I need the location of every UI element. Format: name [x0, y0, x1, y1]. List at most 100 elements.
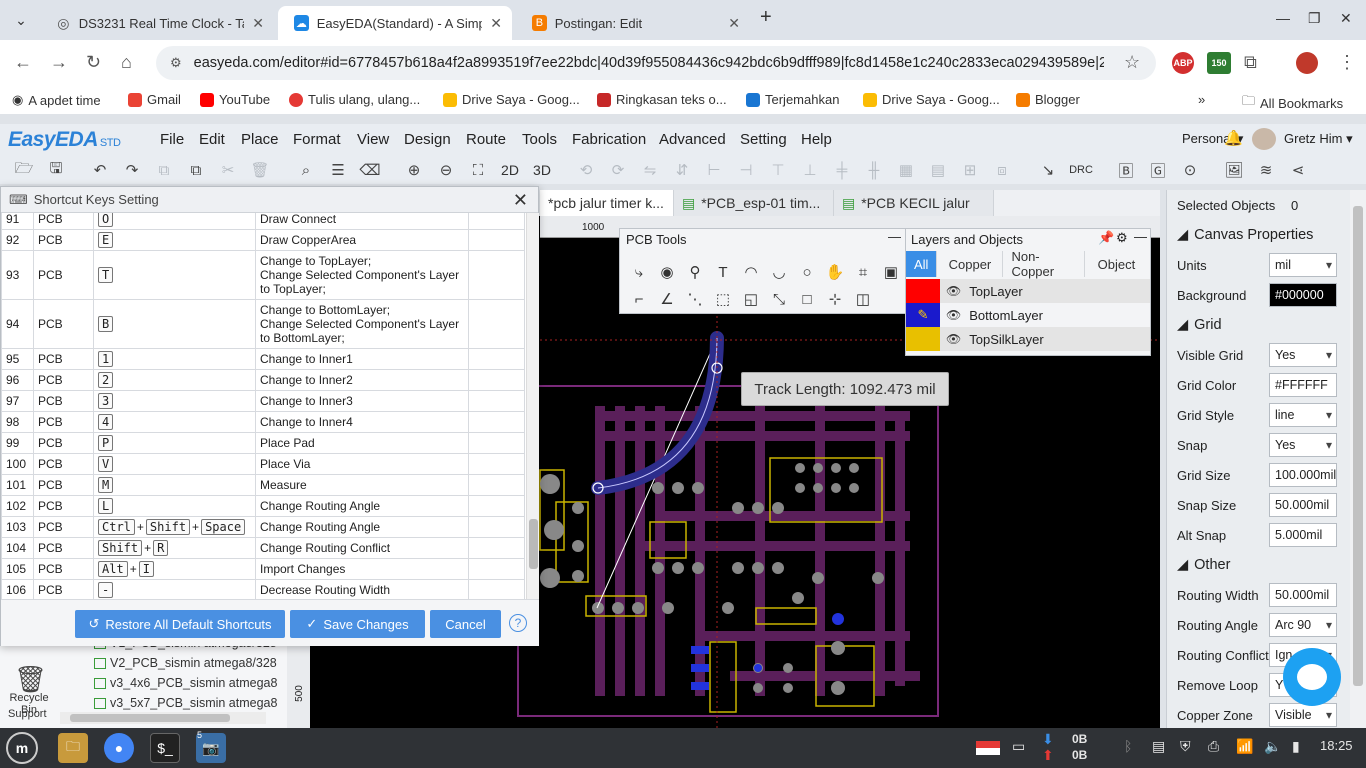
layer-color-swatch[interactable] — [906, 327, 940, 351]
shortcut-row[interactable]: 103 PCB Ctrl + Shift + Space Change Routing Ang… — [1, 516, 525, 538]
back-icon[interactable]: ← — [14, 52, 32, 73]
align-bottom-icon[interactable]: ⊥ — [800, 160, 820, 180]
menu-file[interactable]: File — [160, 131, 184, 148]
display-icon[interactable]: ▭ — [1012, 738, 1025, 755]
duplicate-icon[interactable]: ⧉ — [186, 160, 206, 180]
menu-format[interactable]: Format — [293, 131, 341, 148]
notification-bell-icon[interactable]: 🔔 — [1224, 129, 1243, 147]
site-info-icon[interactable]: ⚙ — [170, 55, 182, 71]
shortcut-key-cell[interactable]: Alt + I — [93, 558, 256, 580]
scrollbar-thumb[interactable] — [1353, 206, 1363, 686]
copper-area-tool-icon[interactable]: ⌗ — [852, 261, 874, 283]
maximize-icon[interactable]: ❐ — [1308, 10, 1321, 27]
bookmark-item[interactable]: YouTube — [200, 92, 270, 107]
files-icon[interactable]: 🗀 — [58, 733, 88, 763]
connect-tool-icon[interactable]: ⋱ — [684, 288, 706, 310]
restore-defaults-button[interactable]: ↺ Restore All Default Shortcuts — [75, 610, 285, 638]
group-icon[interactable]: ⧈ — [992, 160, 1012, 180]
shortcut-key-cell[interactable]: M — [93, 474, 256, 496]
shortcut-row[interactable]: 93 PCB T Change to TopLayer; Change Selected… — [1, 250, 525, 300]
shortcut-row[interactable]: 104 PCB Shift + R Change Routing Conflict — [1, 537, 525, 559]
url-omnibox[interactable]: ⚙ easyeda.com/editor#id=6778457b618a4f2a… — [156, 46, 1156, 80]
distribute-vertical-icon[interactable]: ▤ — [928, 160, 948, 180]
tab-search-icon[interactable]: ⌄ — [6, 5, 36, 35]
horizontal-scrollbar[interactable] — [60, 712, 266, 724]
close-tab-icon[interactable]: ✕ — [252, 15, 264, 32]
dimension-tool-icon[interactable]: ⌐ — [628, 288, 650, 310]
shortcut-row[interactable]: 91 PCB O Draw Connect — [1, 213, 525, 230]
alt-snap-input[interactable]: 5.000mil — [1269, 523, 1337, 547]
rectangle-tool-icon[interactable]: □ — [796, 288, 818, 310]
adblock-icon[interactable]: ABP — [1172, 52, 1194, 74]
forward-icon[interactable]: → — [50, 52, 68, 73]
doc-tab[interactable]: ▤ *PCB_esp-01 tim... — [674, 190, 834, 216]
shortcut-key-cell[interactable]: V — [93, 453, 256, 475]
arc-tool-icon[interactable]: ◠ — [740, 261, 762, 283]
layer-row-top[interactable]: 👁 TopLayer — [906, 279, 1150, 303]
shortcut-key-cell[interactable]: E — [93, 229, 256, 251]
gear-icon[interactable]: ⚙ — [1116, 230, 1128, 246]
circle-tool-icon[interactable]: ○ — [796, 261, 818, 283]
view-3d-button[interactable]: 3D — [532, 160, 552, 180]
file-item[interactable]: V2_PCB_sismin atmega8/328 — [94, 656, 277, 670]
shortcut-key-cell[interactable]: Shift + R — [93, 537, 256, 559]
flip-horizontal-icon[interactable]: ⇋ — [640, 160, 660, 180]
open-folder-icon[interactable]: 🗁 — [14, 160, 34, 180]
clipboard-icon[interactable]: ▤ — [1152, 738, 1165, 755]
menu-design[interactable]: Design — [404, 131, 451, 148]
tab-all[interactable]: All — [906, 251, 938, 277]
bookmark-item[interactable]: ◉ A apdet time — [12, 92, 101, 108]
user-menu[interactable]: Gretz Him ▾ — [1284, 131, 1353, 147]
search-icon[interactable]: ⌕ — [296, 160, 316, 180]
tab-non-copper[interactable]: Non-Copper — [1003, 249, 1086, 279]
shortcut-key-cell[interactable]: P — [93, 432, 256, 454]
canvas-origin-tool-icon[interactable]: ⊹ — [824, 288, 846, 310]
pin-icon[interactable]: 📌 — [1098, 230, 1114, 246]
eye-icon[interactable]: 👁 — [946, 284, 961, 298]
menu-fabrication[interactable]: Fabrication — [572, 131, 646, 148]
image-export-icon[interactable]: 🖼 — [1224, 160, 1244, 180]
browser-tab-blogger[interactable]: B Postingan: Edit ✕ — [516, 6, 750, 40]
shortcut-key-cell[interactable]: Ctrl + Shift + Space — [93, 516, 256, 538]
layer-row-bottom[interactable]: ✎ 👁 BottomLayer — [906, 303, 1150, 327]
track-tool-icon[interactable]: ⤷ — [628, 261, 650, 283]
visible-grid-select[interactable]: Yes — [1269, 343, 1337, 367]
browser-tab-easyeda[interactable]: ☁ EasyEDA(Standard) - A Simpl ✕ — [278, 6, 512, 40]
file-item[interactable]: v3_4x6_PCB_sismin atmega8 — [94, 676, 277, 690]
arc-center-tool-icon[interactable]: ◡ — [768, 261, 790, 283]
routing-angle-select[interactable]: Arc 90 — [1269, 613, 1337, 637]
shortcut-key-cell[interactable]: T — [93, 250, 256, 300]
shortcut-row[interactable]: 99 PCB P Place Pad — [1, 432, 525, 454]
shortcut-row[interactable]: 95 PCB 1 Change to Inner1 — [1, 348, 525, 370]
close-window-icon[interactable]: ✕ — [1340, 10, 1352, 27]
find-list-icon[interactable]: ☰ — [328, 160, 348, 180]
doc-tab-active[interactable]: *pcb jalur timer k... — [540, 190, 674, 216]
close-tab-icon[interactable]: ✕ — [490, 15, 502, 32]
shortcut-row[interactable]: 100 PCB V Place Via — [1, 453, 525, 475]
menu-view[interactable]: View — [357, 131, 389, 148]
shortcut-key-cell[interactable]: L — [93, 495, 256, 517]
cut-icon[interactable]: ✂ — [218, 160, 238, 180]
gerber-icon[interactable]: 🄶 — [1148, 160, 1168, 180]
fabrication-icon[interactable]: ⊙ — [1180, 160, 1200, 180]
reload-icon[interactable]: ↻ — [86, 52, 101, 73]
chat-support-button[interactable] — [1283, 648, 1341, 706]
photo-view-tool-icon[interactable]: ◫ — [852, 288, 874, 310]
background-color-input[interactable]: #000000 — [1269, 283, 1337, 307]
bookmark-star-icon[interactable]: ☆ — [1124, 52, 1140, 73]
extensions-icon[interactable]: ⧉ — [1244, 52, 1257, 73]
save-icon[interactable]: 🖫 — [46, 160, 66, 180]
scrollbar-thumb[interactable] — [70, 714, 230, 722]
pencil-icon[interactable]: ✎ — [906, 303, 940, 327]
redo-icon[interactable]: ↷ — [122, 160, 142, 180]
support-link[interactable]: Support — [8, 708, 47, 720]
all-bookmarks[interactable]: 🗀 All Bookmarks — [1242, 92, 1343, 114]
minimize-panel-icon[interactable]: — — [888, 229, 901, 244]
grid-section[interactable]: ◢ Grid — [1177, 317, 1222, 333]
rotate-right-icon[interactable]: ⟳ — [608, 160, 628, 180]
grid-style-select[interactable]: line — [1269, 403, 1337, 427]
menu-help[interactable]: Help — [801, 131, 832, 148]
shortcut-row[interactable]: 96 PCB 2 Change to Inner2 — [1, 369, 525, 391]
close-dialog-icon[interactable]: ✕ — [513, 190, 528, 211]
distribute-icon[interactable]: ▦ — [896, 160, 916, 180]
